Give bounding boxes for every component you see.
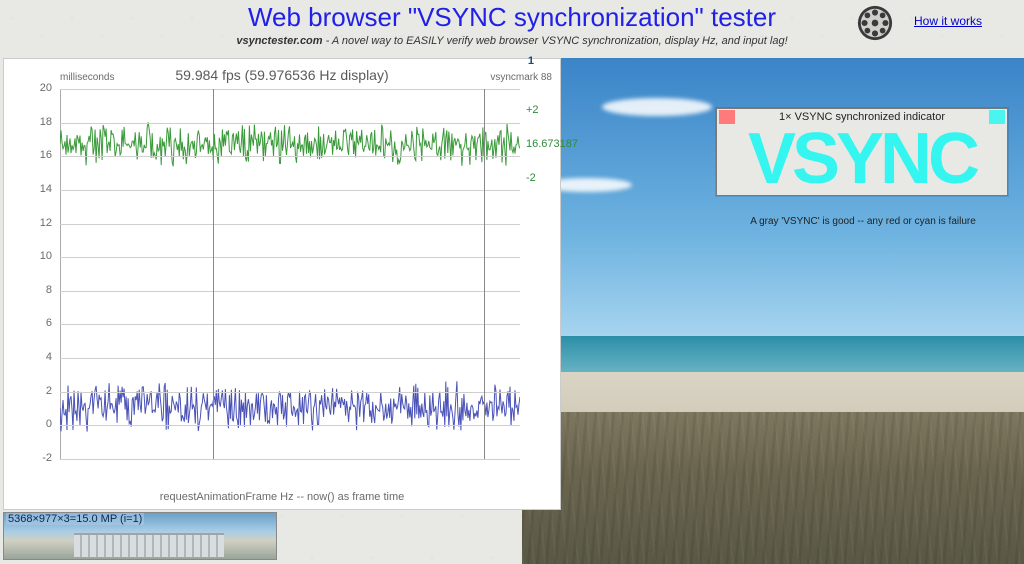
right-scale-label: +2 — [526, 104, 539, 116]
gridline — [60, 224, 520, 225]
gridline — [60, 459, 520, 460]
gridline — [60, 123, 520, 124]
gridline — [60, 89, 520, 90]
x-axis-label: requestAnimationFrame Hz -- now() as fra… — [4, 491, 560, 503]
subtitle-tail: - A novel way to EASILY verify web brows… — [323, 35, 788, 47]
vsync-indicator-box: 1× VSYNC synchronized indicator VSYNC — [716, 108, 1008, 196]
y-tick-label: 14 — [4, 183, 52, 195]
gridline — [60, 425, 520, 426]
indicator-header-text: 1× VSYNC synchronized indicator — [779, 111, 945, 123]
page-header: Web browser "VSYNC synchronization" test… — [0, 0, 1024, 54]
panorama-thumbnail[interactable]: 5368×977×3=15.0 MP (i=1) — [3, 512, 277, 560]
counter-top-right: 1 — [528, 55, 534, 67]
y-tick-label: 6 — [4, 317, 52, 329]
y-tick-label: 10 — [4, 250, 52, 262]
time-cursor — [484, 89, 485, 459]
right-scale-label: 16.673187 — [526, 138, 578, 150]
domain-text: vsynctester.com — [236, 35, 322, 47]
how-it-works-link[interactable]: How it works — [914, 14, 982, 28]
y-tick-label: 8 — [4, 284, 52, 296]
gridline — [60, 190, 520, 191]
red-swatch-icon — [719, 110, 735, 124]
gridline — [60, 257, 520, 258]
indicator-caption: A gray 'VSYNC' is good -- any red or cya… — [716, 216, 1010, 227]
gridline — [60, 324, 520, 325]
thumbnail-size-label: 5368×977×3=15.0 MP (i=1) — [6, 513, 144, 525]
y-axis-label: milliseconds — [60, 72, 114, 83]
y-tick-label: 16 — [4, 149, 52, 161]
right-scale-label: -2 — [526, 172, 536, 184]
time-cursor — [213, 89, 214, 459]
film-reel-icon[interactable] — [856, 4, 894, 47]
y-tick-label: 4 — [4, 351, 52, 363]
gridline — [60, 358, 520, 359]
y-tick-label: 2 — [4, 385, 52, 397]
gridline — [60, 291, 520, 292]
gridline — [60, 156, 520, 157]
page-title: Web browser "VSYNC synchronization" test… — [248, 2, 776, 33]
fps-graph-panel: 59.984 fps (59.976536 Hz display) millis… — [3, 58, 561, 510]
y-tick-label: 0 — [4, 418, 52, 430]
gridline — [60, 392, 520, 393]
cyan-swatch-icon — [989, 110, 1005, 124]
y-tick-label: 20 — [4, 82, 52, 94]
thumbnail-building-shape — [74, 533, 224, 557]
y-tick-label: -2 — [4, 452, 52, 464]
y-tick-label: 18 — [4, 116, 52, 128]
y-tick-label: 12 — [4, 217, 52, 229]
plot-area — [60, 89, 520, 459]
vsyncmark-label: vsyncmark 88 — [490, 72, 552, 83]
indicator-header: 1× VSYNC synchronized indicator — [717, 109, 1007, 125]
vsync-big-text: VSYNC — [717, 125, 1007, 195]
